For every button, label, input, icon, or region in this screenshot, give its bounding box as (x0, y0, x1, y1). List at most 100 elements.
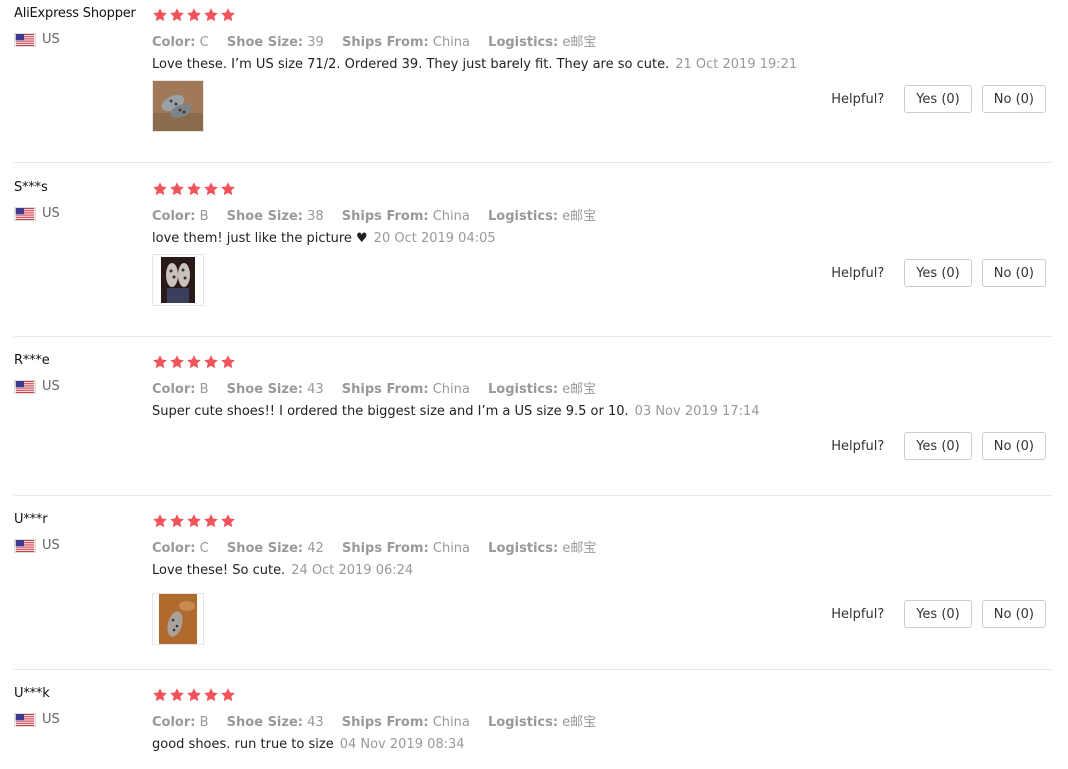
star-icon (153, 514, 167, 528)
reviewer-name: S***s (14, 180, 48, 195)
logistics-value: e邮宝 (562, 541, 597, 556)
shoe-size-value: 43 (307, 715, 324, 730)
logistics-value: e邮宝 (562, 382, 597, 397)
helpful-yes-button[interactable]: Yes (0) (904, 85, 972, 113)
star-icon (204, 688, 218, 702)
helpful-yes-button[interactable]: Yes (0) (904, 600, 972, 628)
star-icon (187, 355, 201, 369)
helpful-section: Helpful? Yes (0) No (0) (831, 432, 1046, 460)
us-flag-icon (14, 379, 36, 394)
reviewer-name: U***k (14, 686, 50, 701)
star-icon (204, 182, 218, 196)
star-icon (204, 355, 218, 369)
review-attributes: Color: B Shoe Size: 43 Ships From: China… (152, 382, 597, 397)
shoe-photo-image (153, 594, 203, 644)
star-icon (187, 688, 201, 702)
logistics-value: e邮宝 (562, 209, 597, 224)
helpful-yes-button[interactable]: Yes (0) (904, 259, 972, 287)
review-divider (14, 162, 1052, 163)
shoe-size-value: 39 (307, 35, 324, 50)
review-date: 04 Nov 2019 08:34 (339, 737, 465, 752)
star-icon (170, 514, 184, 528)
review-comment: good shoes. run true to size 04 Nov 2019 … (152, 737, 465, 752)
shoe-size-value: 42 (307, 541, 324, 556)
review-attributes: Color: C Shoe Size: 42 Ships From: China… (152, 541, 597, 556)
star-icon (153, 182, 167, 196)
color-value: C (199, 541, 209, 556)
country-code: US (42, 206, 60, 221)
us-flag-icon (14, 32, 36, 47)
star-rating (152, 354, 236, 370)
star-icon (153, 8, 167, 22)
reviewer-country: US (14, 32, 60, 47)
shoe-size-value: 43 (307, 382, 324, 397)
comment-text: Love these! So cute. (152, 563, 286, 578)
helpful-no-button[interactable]: No (0) (981, 259, 1046, 287)
helpful-label: Helpful? (831, 606, 885, 622)
star-icon (153, 688, 167, 702)
ships-from-value: China (432, 35, 471, 50)
star-icon (170, 355, 184, 369)
review-date: 20 Oct 2019 04:05 (373, 231, 496, 246)
star-icon (187, 8, 201, 22)
review-photo-thumbnail[interactable] (152, 593, 204, 645)
country-code: US (42, 32, 60, 47)
color-value: B (199, 382, 209, 397)
color-value: C (199, 35, 209, 50)
country-code: US (42, 538, 60, 553)
review-date: 21 Oct 2019 19:21 (675, 57, 798, 72)
review-divider (14, 495, 1052, 496)
reviewer-country: US (14, 206, 60, 221)
star-icon (170, 688, 184, 702)
helpful-no-button[interactable]: No (0) (981, 600, 1046, 628)
review-attributes: Color: B Shoe Size: 43 Ships From: China… (152, 715, 597, 730)
reviewer-name: R***e (14, 353, 50, 368)
shoe-size-value: 38 (307, 209, 324, 224)
logistics-value: e邮宝 (562, 715, 597, 730)
star-icon (221, 688, 235, 702)
star-icon (221, 8, 235, 22)
country-code: US (42, 712, 60, 727)
helpful-no-button[interactable]: No (0) (981, 85, 1046, 113)
helpful-section: Helpful? Yes (0) No (0) (831, 85, 1046, 113)
review-date: 24 Oct 2019 06:24 (291, 563, 414, 578)
ships-from-value: China (432, 209, 470, 224)
review-item: R***e US Color: B Shoe Size: 43 Ships Fr… (0, 353, 1068, 503)
helpful-label: Helpful? (831, 438, 885, 454)
ships-from-value: China (432, 382, 470, 397)
review-comment: Love these. I’m US size 71/2. Ordered 39… (152, 57, 797, 72)
review-photo-thumbnail[interactable] (152, 80, 204, 132)
color-value: B (199, 715, 209, 730)
reviewer-country: US (14, 379, 60, 394)
country-code: US (42, 379, 60, 394)
helpful-section: Helpful? Yes (0) No (0) (831, 600, 1046, 628)
review-attributes: Color: C Shoe Size: 39 Ships From: China… (152, 35, 597, 50)
review-comment: Love these! So cute. 24 Oct 2019 06:24 (152, 563, 413, 578)
helpful-label: Helpful? (831, 91, 885, 107)
helpful-yes-button[interactable]: Yes (0) (904, 432, 972, 460)
us-flag-icon (14, 206, 36, 221)
review-divider (14, 669, 1052, 670)
ships-from-value: China (432, 715, 470, 730)
star-icon (187, 182, 201, 196)
shoe-photo-image (153, 255, 203, 305)
us-flag-icon (14, 712, 36, 727)
star-icon (170, 8, 184, 22)
star-rating (152, 687, 236, 703)
us-flag-icon (14, 538, 36, 553)
review-item: S***s US Color: B Shoe Size: 38 Ships Fr… (0, 180, 1068, 340)
review-photo-thumbnail[interactable] (152, 254, 204, 306)
review-comment: Super cute shoes!! I ordered the biggest… (152, 404, 760, 419)
star-rating (152, 181, 236, 197)
star-icon (204, 8, 218, 22)
star-icon (221, 514, 235, 528)
helpful-no-button[interactable]: No (0) (981, 432, 1046, 460)
review-item: U***k US Color: B Shoe Size: 43 Ships Fr… (0, 686, 1068, 769)
star-rating (152, 7, 236, 23)
comment-text: good shoes. run true to size (152, 737, 334, 752)
star-icon (221, 182, 235, 196)
reviewer-name: U***r (14, 512, 48, 527)
comment-text: Super cute shoes!! I ordered the biggest… (152, 404, 629, 419)
star-icon (221, 355, 235, 369)
review-attributes: Color: B Shoe Size: 38 Ships From: China… (152, 209, 597, 224)
